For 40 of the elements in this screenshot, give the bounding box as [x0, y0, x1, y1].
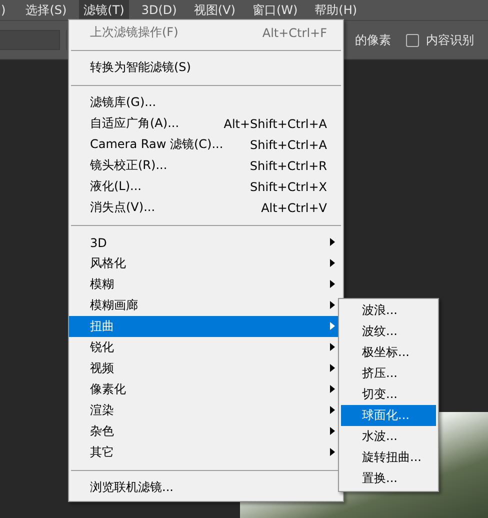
- menu-item[interactable]: 自适应广角(A)... Alt+Shift+Ctrl+A: [69, 113, 343, 134]
- menu-item[interactable]: 3D: [69, 232, 343, 253]
- menu-item[interactable]: 滤镜库(G)...: [69, 92, 343, 113]
- menu-item[interactable]: 消失点(V)... Alt+Ctrl+V: [69, 197, 343, 218]
- submenu-item[interactable]: 球面化...: [341, 405, 436, 426]
- option-label: 的像素: [355, 32, 391, 48]
- submenu-item[interactable]: 切变...: [341, 384, 436, 405]
- submenu-arrow-icon: [330, 448, 335, 456]
- submenu-item[interactable]: 旋转扭曲...: [341, 447, 436, 468]
- submenu-arrow-icon: [330, 238, 335, 246]
- checkbox[interactable]: [406, 34, 419, 46]
- submenu-arrow-icon: [330, 364, 335, 372]
- menu-item[interactable]: Camera Raw 滤镜(C)... Shift+Ctrl+A: [69, 134, 343, 155]
- submenu-item[interactable]: 置换...: [341, 468, 436, 489]
- menu-bar-item[interactable]: ): [0, 0, 11, 20]
- submenu-item[interactable]: 水波...: [341, 426, 436, 447]
- submenu-item[interactable]: 极坐标...: [341, 342, 436, 363]
- submenu-arrow-icon: [330, 427, 335, 435]
- menu-item[interactable]: 模糊: [69, 274, 343, 295]
- menu-bar-item[interactable]: 视图(V): [188, 0, 240, 20]
- submenu-arrow-icon: [330, 343, 335, 351]
- submenu-arrow-icon: [330, 280, 335, 288]
- menu-item[interactable]: 转换为智能滤镜(S): [69, 57, 343, 78]
- submenu-arrow-icon: [330, 322, 335, 330]
- submenu-arrow-icon: [330, 406, 335, 414]
- menu-item[interactable]: 镜头校正(R)... Shift+Ctrl+R: [69, 155, 343, 176]
- menu-item[interactable]: 风格化: [69, 253, 343, 274]
- submenu-item[interactable]: 波浪...: [341, 300, 436, 321]
- checkbox-label: 内容识别: [426, 32, 474, 48]
- submenu-arrow-icon: [330, 301, 335, 309]
- menu-bar-item[interactable]: 滤镜(T): [78, 0, 130, 20]
- submenu-item[interactable]: 挤压...: [341, 363, 436, 384]
- submenu-arrow-icon: [330, 259, 335, 267]
- menu-bar-item[interactable]: 窗口(W): [247, 0, 303, 20]
- menu-bar-item[interactable]: 3D(D): [136, 0, 182, 20]
- menu-bar-item[interactable]: 帮助(H): [310, 0, 362, 20]
- menu-item[interactable]: 液化(L)... Shift+Ctrl+X: [69, 176, 343, 197]
- submenu-item[interactable]: 波纹...: [341, 321, 436, 342]
- menu-bar-item[interactable]: 选择(S): [20, 0, 72, 20]
- submenu-arrow-icon: [330, 385, 335, 393]
